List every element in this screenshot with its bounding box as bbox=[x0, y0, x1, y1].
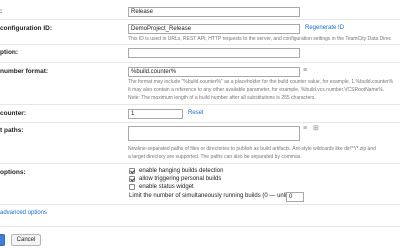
status-widget-checkbox[interactable] bbox=[129, 184, 135, 190]
divider bbox=[0, 44, 400, 45]
artifact-paths-label: t paths: bbox=[0, 127, 24, 134]
running-builds-limit-input[interactable]: 0 bbox=[286, 192, 304, 202]
artifact-paths-hint-2: a target directory are supported. The pa… bbox=[128, 154, 302, 160]
build-number-hint-3: Note: The maximum length of a build numb… bbox=[128, 95, 316, 101]
config-id-input[interactable]: DemoProject_Release bbox=[128, 24, 300, 34]
artifact-paths-textarea[interactable] bbox=[128, 126, 300, 141]
reset-counter-link[interactable]: Reset bbox=[188, 110, 204, 116]
running-builds-limit-label: Limit the number of simultaneously runni… bbox=[129, 193, 304, 199]
advanced-options-link[interactable]: advanced options bbox=[0, 210, 47, 216]
description-input[interactable] bbox=[128, 48, 300, 58]
divider bbox=[0, 204, 400, 205]
build-counter-label: counter: bbox=[0, 110, 26, 117]
divider bbox=[0, 104, 400, 105]
divider bbox=[0, 62, 400, 63]
parameters-icon[interactable]: ≡ bbox=[303, 67, 307, 75]
build-counter-input[interactable]: 1 bbox=[128, 109, 183, 119]
parameters-icon[interactable]: ≡ bbox=[303, 125, 307, 133]
name-label: : bbox=[0, 8, 3, 15]
personal-builds-checkbox[interactable] bbox=[129, 176, 135, 182]
hanging-builds-checkbox[interactable] bbox=[129, 168, 135, 174]
build-number-hint-1: The format may include "%build.counter%"… bbox=[128, 79, 394, 85]
divider bbox=[0, 226, 400, 227]
description-label: ption: bbox=[0, 49, 19, 56]
regenerate-id-link[interactable]: Regenerate ID bbox=[305, 25, 344, 31]
divider bbox=[0, 163, 400, 164]
name-input[interactable]: Release bbox=[128, 7, 300, 17]
config-id-hint: This ID is used in URLs, REST API, HTTP … bbox=[128, 36, 392, 42]
build-number-format-label: number format: bbox=[0, 68, 49, 75]
build-number-format-input[interactable]: %build.counter% bbox=[128, 67, 300, 77]
save-button[interactable] bbox=[0, 234, 5, 246]
hanging-builds-label: enable hanging builds detection bbox=[139, 168, 224, 174]
status-widget-label: enable status widget bbox=[139, 184, 194, 190]
config-id-label: configuration ID: bbox=[0, 25, 52, 32]
artifact-paths-hint-1: Newline-separated paths of files or dire… bbox=[128, 146, 376, 152]
options-label: options: bbox=[0, 169, 26, 176]
tree-browse-icon[interactable]: ⊞ bbox=[313, 125, 319, 133]
personal-builds-label: allow triggering personal builds bbox=[139, 176, 222, 182]
divider bbox=[0, 19, 400, 20]
divider bbox=[0, 122, 400, 123]
cancel-button[interactable]: Cancel bbox=[11, 234, 41, 246]
build-number-hint-2: It may also contain a reference to any o… bbox=[128, 87, 385, 93]
